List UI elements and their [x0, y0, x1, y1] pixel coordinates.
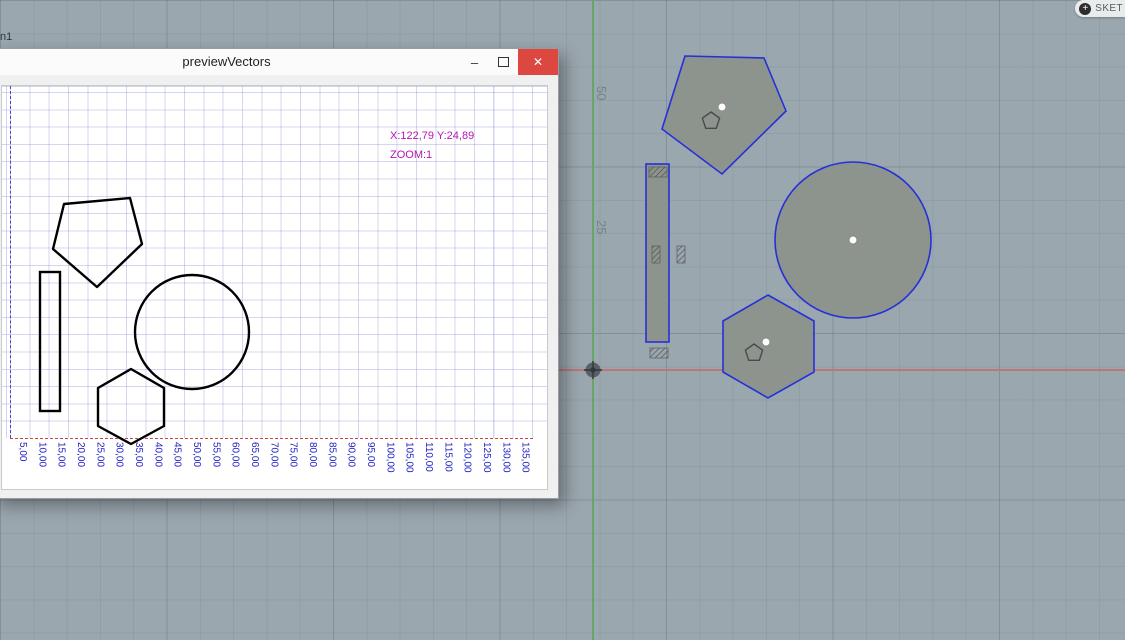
coordinate-readout: X:122,79 Y:24,89 ZOOM:1 — [390, 127, 474, 165]
preview-rectangle — [38, 270, 62, 413]
tick-label: 15,00 — [55, 442, 67, 468]
tick-label: 70,00 — [268, 442, 280, 468]
preview-hexagon — [96, 367, 166, 446]
cursor-position: X:122,79 Y:24,89 — [390, 130, 475, 142]
preview-pentagon — [51, 196, 144, 289]
tick-label: 80,00 — [306, 442, 318, 468]
tick-label: 90,00 — [345, 442, 357, 468]
preview-circle — [133, 273, 251, 391]
maximize-icon — [498, 57, 509, 67]
tick-label: 55,00 — [210, 442, 222, 468]
tick-label: 60,00 — [229, 442, 241, 468]
preview-window[interactable]: previewVectors – ✕ X:122,79 Y:24,89 ZOOM… — [0, 48, 559, 499]
tick-label: 30,00 — [113, 442, 125, 468]
tick-label: 35,00 — [132, 442, 144, 468]
tick-label: 50,00 — [190, 442, 202, 468]
tick-label: 130,00 — [500, 442, 512, 473]
hatch-marker-icon — [651, 245, 661, 264]
zoom-level: ZOOM:1 — [390, 149, 433, 161]
center-point[interactable] — [848, 235, 858, 245]
preview-window-titlebar[interactable]: previewVectors – ✕ — [0, 49, 558, 75]
tick-label: 135,00 — [519, 442, 531, 473]
sketch-pentagon[interactable] — [661, 55, 787, 176]
tick-label: 40,00 — [152, 442, 164, 468]
sketch-palette-button[interactable]: + SKET — [1075, 0, 1125, 17]
sketch-hexagon[interactable] — [722, 294, 815, 399]
center-point[interactable] — [761, 337, 771, 347]
close-button[interactable]: ✕ — [518, 49, 558, 75]
tick-label: 125,00 — [480, 442, 492, 473]
tick-label: 25,00 — [94, 442, 106, 468]
hatch-marker-icon — [649, 347, 669, 359]
tick-label: 5,00 — [17, 442, 28, 462]
tick-label: 105,00 — [403, 442, 415, 473]
preview-canvas[interactable]: X:122,79 Y:24,89 ZOOM:1 5,00 10,00 15,00 20… — [1, 85, 548, 490]
sketch-palette-label: SKET — [1095, 3, 1123, 14]
minimize-button[interactable]: – — [460, 49, 489, 75]
hatch-marker-icon — [676, 245, 686, 264]
tick-label: 95,00 — [364, 442, 376, 468]
center-point[interactable] — [717, 102, 727, 112]
tick-label: 85,00 — [326, 442, 338, 468]
browser-label-fragment: n1 — [0, 31, 13, 43]
origin-marker[interactable] — [584, 361, 602, 379]
tick-label: 100,00 — [384, 442, 396, 473]
tick-label: 75,00 — [287, 442, 299, 468]
tick-label: 110,00 — [422, 442, 434, 472]
tick-label: 10,00 — [36, 442, 48, 468]
tick-label: 20,00 — [74, 442, 86, 468]
maximize-button[interactable] — [489, 49, 518, 75]
tick-label: 45,00 — [171, 442, 183, 468]
tick-label: 120,00 — [461, 442, 473, 473]
tick-label: 65,00 — [248, 442, 260, 468]
hatch-marker-icon — [648, 166, 668, 178]
plus-circle-icon: + — [1079, 2, 1092, 15]
window-title: previewVectors — [182, 54, 271, 69]
tick-label: 115,00 — [442, 442, 454, 472]
